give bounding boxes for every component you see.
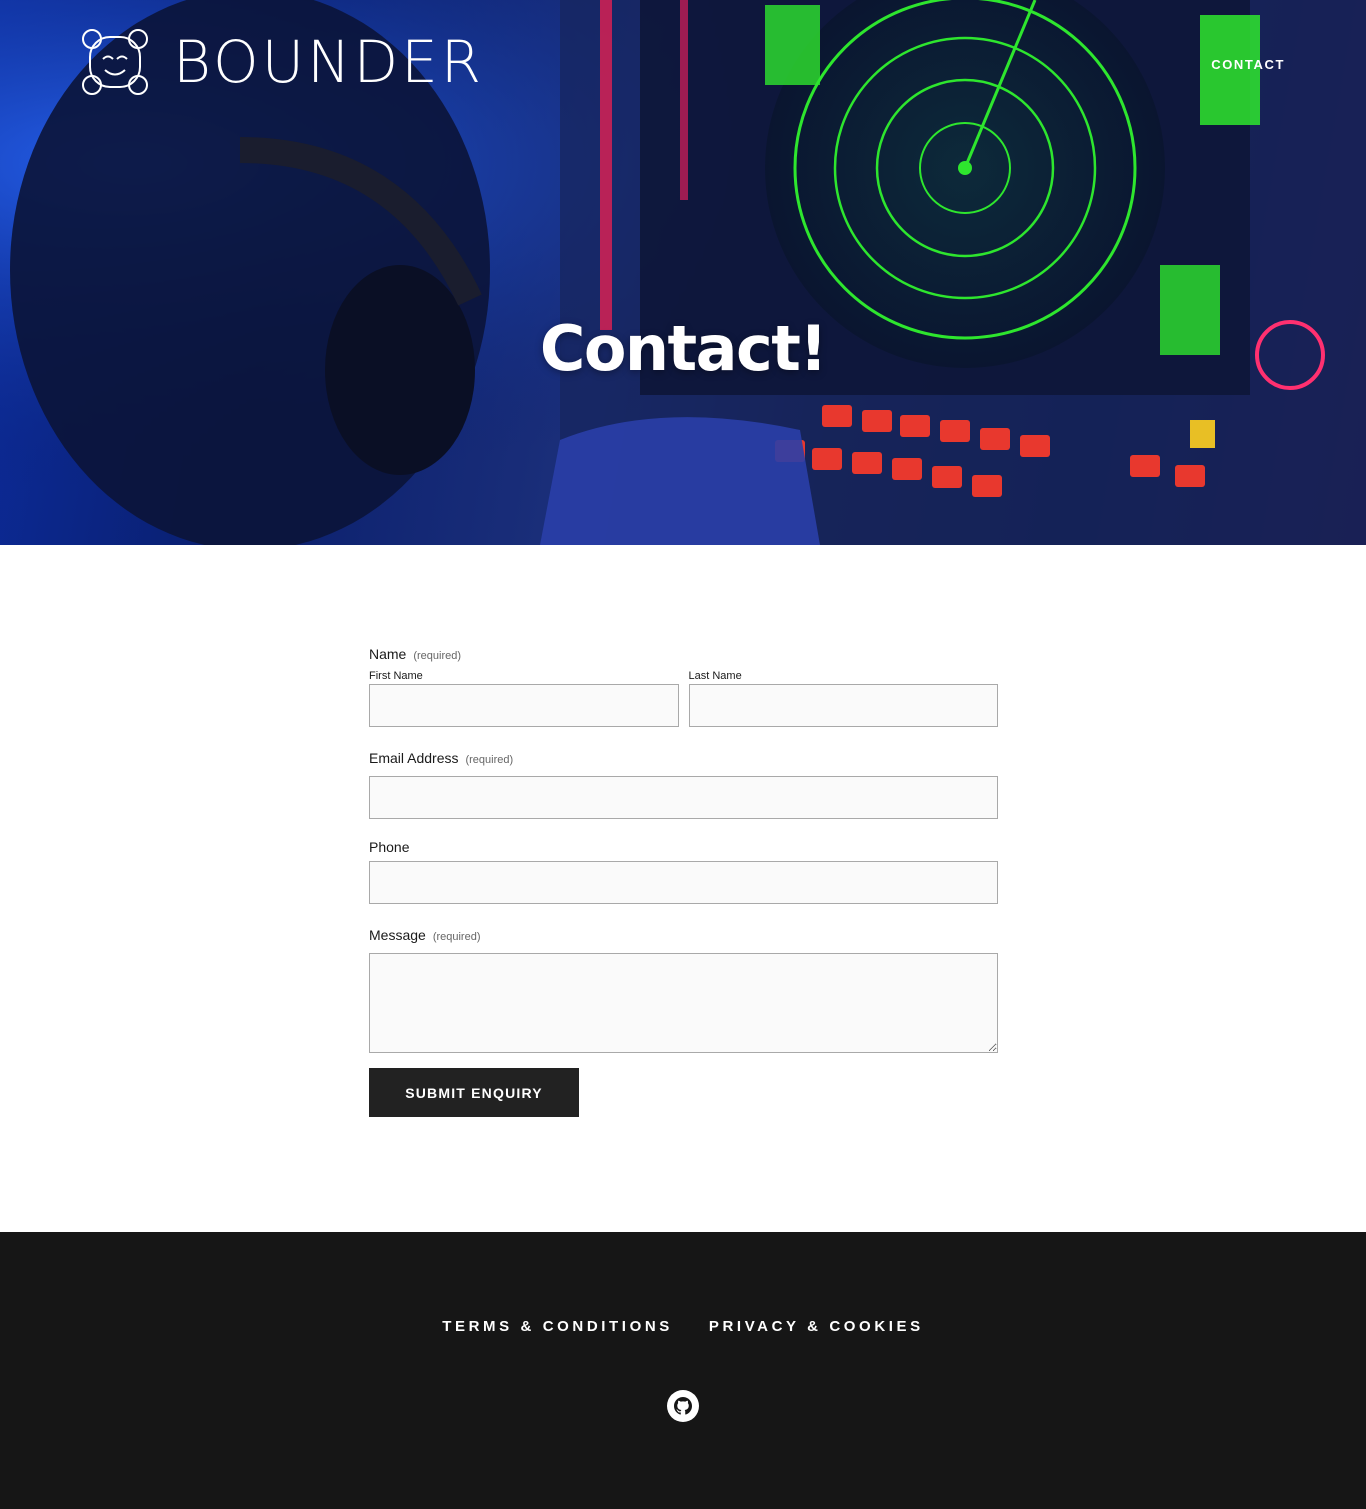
- message-label: Message: [369, 927, 426, 943]
- message-required-hint: (required): [432, 931, 481, 943]
- first-name-label: First Name: [369, 670, 423, 682]
- contact-form: Name (required) First Name Last Name Ema…: [369, 646, 998, 1117]
- last-name-input[interactable]: [688, 684, 998, 727]
- hero-banner: BOUNDER CONTACT Contact!: [0, 0, 1366, 545]
- name-row: First Name Last Name: [369, 670, 998, 727]
- email-input[interactable]: [369, 776, 998, 819]
- name-label: Name: [369, 646, 407, 662]
- github-icon: [674, 1397, 692, 1415]
- name-required-hint: (required): [413, 650, 462, 662]
- phone-field-label: Phone: [369, 839, 998, 855]
- email-required-hint: (required): [465, 754, 514, 766]
- phone-label: Phone: [369, 839, 410, 855]
- brand-logo[interactable]: BOUNDER: [81, 28, 484, 96]
- email-field-label: Email Address (required): [369, 750, 998, 766]
- email-label: Email Address: [369, 750, 459, 766]
- message-textarea[interactable]: [369, 953, 998, 1053]
- page-title: Contact!: [539, 312, 828, 385]
- footer-nav: TERMS & CONDITIONS PRIVACY & COOKIES: [0, 1318, 1366, 1335]
- bear-logo-icon: [82, 29, 148, 95]
- github-link[interactable]: [667, 1390, 699, 1422]
- first-name-group: First Name: [369, 670, 679, 727]
- privacy-link[interactable]: PRIVACY & COOKIES: [709, 1318, 924, 1335]
- terms-link[interactable]: TERMS & CONDITIONS: [442, 1318, 673, 1335]
- phone-input[interactable]: [369, 861, 998, 904]
- first-name-input[interactable]: [369, 684, 679, 727]
- nav-contact-link[interactable]: CONTACT: [1211, 57, 1285, 72]
- last-name-group: Last Name: [688, 670, 998, 727]
- last-name-label: Last Name: [688, 670, 742, 682]
- brand-name: BOUNDER: [173, 28, 485, 96]
- message-field-label: Message (required): [369, 927, 998, 943]
- site-footer: TERMS & CONDITIONS PRIVACY & COOKIES: [0, 1232, 1366, 1509]
- name-field-label: Name (required): [369, 646, 998, 662]
- submit-enquiry-button[interactable]: SUBMIT ENQUIRY: [369, 1068, 579, 1117]
